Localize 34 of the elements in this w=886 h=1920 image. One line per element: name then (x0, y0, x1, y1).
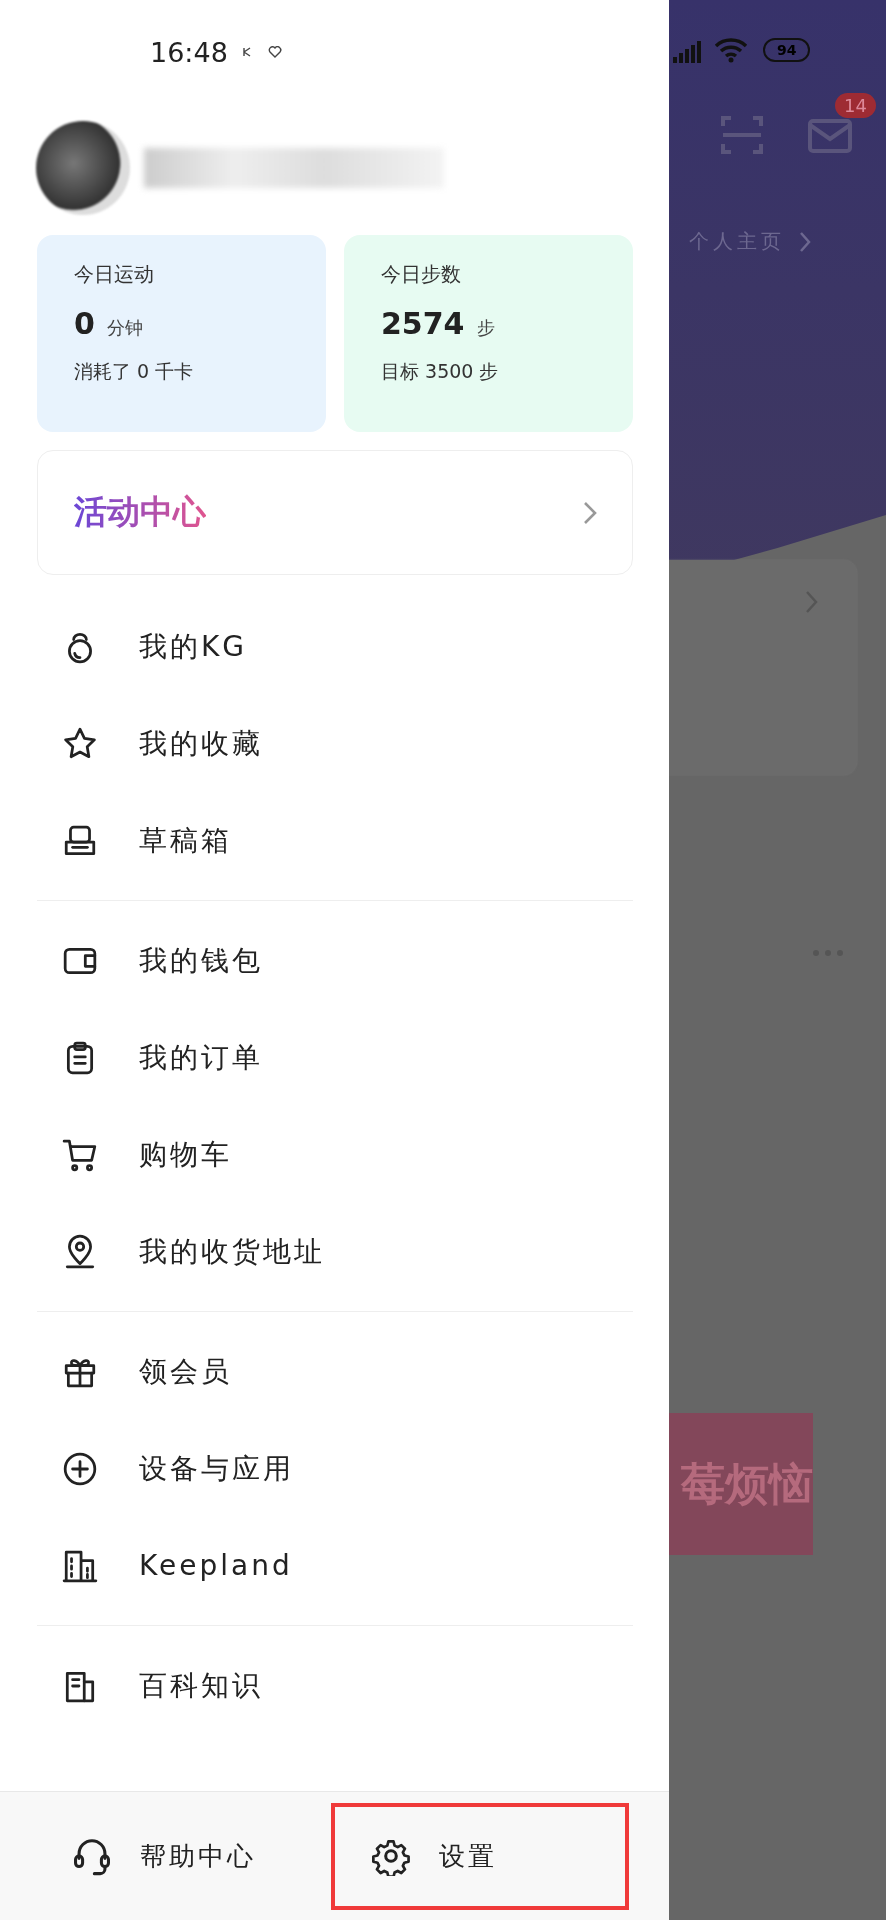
menu-item[interactable]: 购物车 (37, 1106, 633, 1203)
bottom-bar-button[interactable]: 设置 (330, 1802, 629, 1910)
menu-item[interactable]: 我的收藏 (37, 695, 633, 792)
activity-center-card[interactable]: 活动中心 (37, 450, 633, 575)
menu-item[interactable]: 草稿箱 (37, 792, 633, 889)
chevron-right-icon (799, 230, 811, 253)
stat-title: 今日步数 (381, 261, 462, 288)
heart-icon (267, 46, 282, 58)
menu-item[interactable]: 我的订单 (37, 1009, 633, 1106)
menu-item[interactable]: 领会员 (37, 1323, 633, 1420)
menu-item[interactable]: 百科知识 (37, 1637, 633, 1734)
stat-unit: 步 (476, 316, 495, 340)
stat-title: 今日运动 (74, 261, 155, 288)
stat-note: 目标 3500 步 (381, 359, 500, 384)
stat-card[interactable]: 今日运动 0 分钟 消耗了 0 千卡 (37, 235, 326, 432)
stat-value: 2574 (381, 306, 465, 341)
wifi-icon (713, 36, 749, 64)
headset-icon (72, 1836, 112, 1876)
stat-card[interactable]: 今日步数 2574 步 目标 3500 步 (344, 235, 633, 432)
stat-unit: 分钟 (106, 316, 143, 340)
content-card[interactable] (669, 560, 857, 775)
bottom-bar-button[interactable]: 帮助中心 (32, 1802, 331, 1910)
chevron-right-icon (582, 499, 598, 526)
menu-item[interactable]: 我的钱包 (37, 912, 633, 1009)
menu-item[interactable]: 设备与应用 (37, 1420, 633, 1517)
menu-item[interactable]: Keepland (37, 1517, 633, 1614)
plus-circle-icon (62, 1450, 98, 1487)
stat-note: 消耗了 0 千卡 (74, 359, 195, 384)
menu-item[interactable]: 我的收货地址 (37, 1203, 633, 1300)
stat-value: 0 (74, 306, 95, 341)
menu-item[interactable]: 我的KG (37, 598, 633, 695)
clock-time: 16:48 (150, 36, 228, 68)
notification-badge: 14 (835, 93, 876, 118)
battery-icon: 94 (763, 38, 811, 62)
